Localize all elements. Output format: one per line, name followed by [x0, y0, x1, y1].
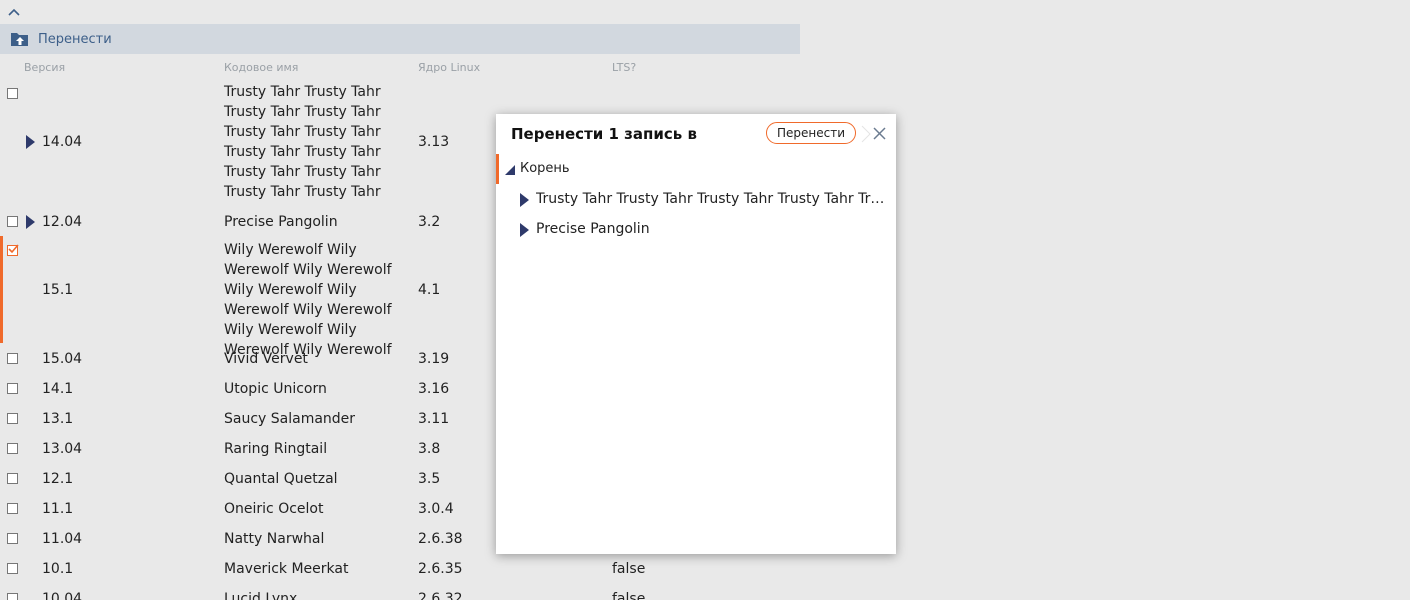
- table-row[interactable]: 10.04 Lucid Lynx 2.6.32 false: [0, 588, 800, 600]
- row-checkbox[interactable]: [7, 473, 18, 484]
- expand-arrow-icon[interactable]: [520, 223, 529, 237]
- tree-root-label: Корень: [520, 161, 570, 176]
- close-icon[interactable]: [860, 122, 894, 146]
- cell-kernel: 3.11: [418, 411, 450, 427]
- row-checkbox[interactable]: [7, 383, 18, 394]
- row-checkbox[interactable]: [7, 503, 18, 514]
- cell-version: 10.04: [42, 591, 83, 600]
- row-checkbox[interactable]: [7, 88, 18, 99]
- cell-version: 10.1: [42, 561, 74, 577]
- cell-kernel: 3.2: [418, 214, 441, 230]
- cell-lts: false: [612, 591, 646, 600]
- table-row[interactable]: 10.1 Maverick Meerkat 2.6.35 false: [0, 558, 800, 582]
- cell-kernel: 3.16: [418, 381, 450, 397]
- tree-item-label: Precise Pangolin: [536, 221, 650, 237]
- cell-kernel: 2.6.38: [418, 531, 463, 547]
- cell-codename: Trusty Tahr Trusty Tahr Trusty Tahr Trus…: [224, 84, 381, 200]
- cell-version: 14.04: [42, 134, 83, 150]
- chevron-up-icon[interactable]: [7, 6, 21, 18]
- dialog-title: Перенести 1 запись в: [511, 125, 697, 143]
- cell-version: 11.04: [42, 531, 83, 547]
- expand-arrow-icon[interactable]: [26, 135, 35, 149]
- cell-codename: Wily Werewolf Wily Werewolf Wily Werewol…: [224, 242, 392, 358]
- cell-kernel: 3.13: [418, 134, 450, 150]
- row-checkbox[interactable]: [7, 216, 18, 227]
- expanded-triangle-icon[interactable]: [504, 164, 516, 176]
- selection-marker: [0, 236, 3, 343]
- cell-version: 13.04: [42, 441, 83, 457]
- toolbar: Перенести: [0, 24, 800, 54]
- cell-kernel: 3.5: [418, 471, 441, 487]
- column-header-lts[interactable]: LTS?: [612, 61, 636, 74]
- checkmark-icon: [8, 244, 19, 254]
- row-checkbox[interactable]: [7, 533, 18, 544]
- cell-codename: Saucy Salamander: [224, 411, 356, 427]
- cell-codename: Maverick Meerkat: [224, 561, 349, 577]
- cell-codename: Raring Ringtail: [224, 441, 328, 457]
- tree-item-label: Trusty Tahr Trusty Tahr Trusty Tahr Trus…: [536, 191, 888, 207]
- cell-version: 14.1: [42, 381, 74, 397]
- cell-version: 15.04: [42, 351, 83, 367]
- row-checkbox[interactable]: [7, 443, 18, 454]
- expand-arrow-icon[interactable]: [520, 193, 529, 207]
- cell-kernel: 2.6.32: [418, 591, 463, 600]
- tree-item[interactable]: Trusty Tahr Trusty Tahr Trusty Tahr Trus…: [496, 187, 896, 213]
- column-header-codename[interactable]: Кодовое имя: [224, 61, 298, 74]
- cell-version: 12.1: [42, 471, 74, 487]
- cell-version: 13.1: [42, 411, 74, 427]
- column-header-kernel[interactable]: Ядро Linux: [418, 61, 480, 74]
- move-toolbar-label: Перенести: [38, 31, 112, 47]
- cell-codename: Quantal Quetzal: [224, 471, 338, 487]
- selection-marker: [496, 154, 499, 184]
- cell-kernel: 3.19: [418, 351, 450, 367]
- folder-upload-icon: [11, 33, 28, 46]
- cell-kernel: 3.0.4: [418, 501, 454, 517]
- cell-kernel: 2.6.35: [418, 561, 463, 577]
- cell-version: 12.04: [42, 214, 83, 230]
- cell-version: 11.1: [42, 501, 74, 517]
- row-checkbox[interactable]: [7, 353, 18, 364]
- tree-item[interactable]: Precise Pangolin: [496, 217, 896, 243]
- cell-kernel: 3.8: [418, 441, 441, 457]
- cell-version: 15.1: [42, 282, 74, 298]
- row-checkbox-checked[interactable]: [7, 244, 19, 256]
- column-header-version[interactable]: Версия: [24, 61, 65, 74]
- expand-arrow-icon[interactable]: [26, 215, 35, 229]
- cell-codename: Oneiric Ocelot: [224, 501, 324, 517]
- row-checkbox[interactable]: [7, 563, 18, 574]
- cell-kernel: 4.1: [418, 282, 441, 298]
- cell-lts: false: [612, 561, 646, 577]
- cell-codename: Vivid Vervet: [224, 351, 308, 367]
- cell-codename: Utopic Unicorn: [224, 381, 327, 397]
- move-toolbar-button[interactable]: Перенести: [10, 30, 112, 48]
- cell-codename: Precise Pangolin: [224, 214, 338, 230]
- row-checkbox[interactable]: [7, 593, 18, 600]
- move-dialog: Перенести 1 запись в Перенести Корень Tr…: [496, 114, 896, 554]
- cell-codename: Lucid Lynx: [224, 591, 298, 600]
- dialog-move-button[interactable]: Перенести: [766, 122, 856, 144]
- tree-root-node[interactable]: Корень: [496, 154, 896, 184]
- row-checkbox[interactable]: [7, 413, 18, 424]
- cell-codename: Natty Narwhal: [224, 531, 325, 547]
